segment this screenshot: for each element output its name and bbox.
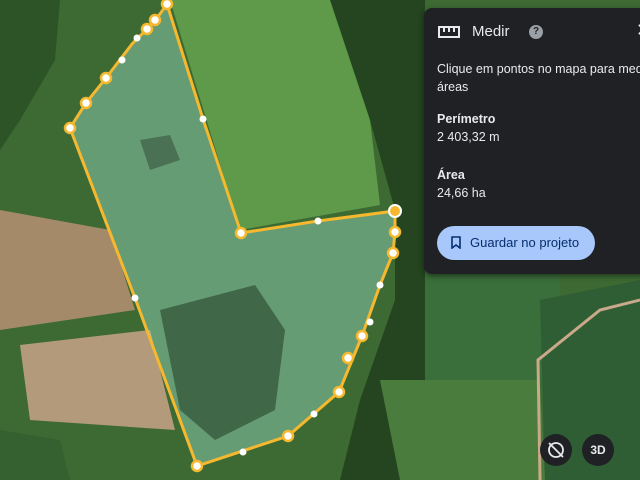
vertex-handle[interactable] [234,226,248,240]
vertex-handle[interactable] [148,13,162,27]
panel-header: Medir ? ✕ [424,8,640,56]
perimeter-value: 2 403,32 m [437,130,500,144]
midpoint-handle[interactable] [133,34,141,42]
perimeter-label: Perímetro [437,112,496,126]
vertex-handle[interactable] [99,71,113,85]
view-3d-button[interactable]: 3D [582,434,614,466]
crop-field [380,380,545,480]
vertex-handle[interactable] [190,459,204,473]
vertex-handle[interactable] [160,0,174,11]
midpoint-handle[interactable] [131,294,139,302]
compass-icon [548,442,564,458]
measure-panel: Medir ? ✕ Clique em pontos no mapa para … [424,8,640,274]
crop-field [425,270,560,390]
vertex-handle[interactable] [79,96,93,110]
vertex-handle[interactable] [140,22,154,36]
close-icon[interactable]: ✕ [636,20,640,41]
compass-button[interactable] [540,434,572,466]
panel-title: Medir [472,23,510,40]
area-label: Área [437,168,465,182]
save-to-project-button[interactable]: Guardar no projeto [437,226,595,260]
midpoint-handle[interactable] [310,410,318,418]
midpoint-handle[interactable] [314,217,322,225]
bookmark-icon [451,236,461,249]
instructions-text: Clique em pontos no mapa para medir área… [437,62,640,94]
ruler-icon [438,26,460,38]
vertex-handle[interactable] [341,351,355,365]
vertex-handle[interactable] [388,225,402,239]
midpoint-handle[interactable] [118,56,126,64]
midpoint-handle[interactable] [199,115,207,123]
active-vertex[interactable] [388,204,402,218]
vertex-handle[interactable] [386,246,400,260]
midpoint-handle[interactable] [366,318,374,326]
midpoint-handle[interactable] [239,448,247,456]
vertex-handle[interactable] [332,385,346,399]
vertex-handle[interactable] [355,329,369,343]
midpoint-handle[interactable] [376,281,384,289]
save-button-label: Guardar no projeto [470,235,580,250]
area-value: 24,66 ha [437,186,486,200]
vertex-handle[interactable] [63,121,77,135]
help-icon[interactable]: ? [529,25,543,39]
vertex-handle[interactable] [281,429,295,443]
